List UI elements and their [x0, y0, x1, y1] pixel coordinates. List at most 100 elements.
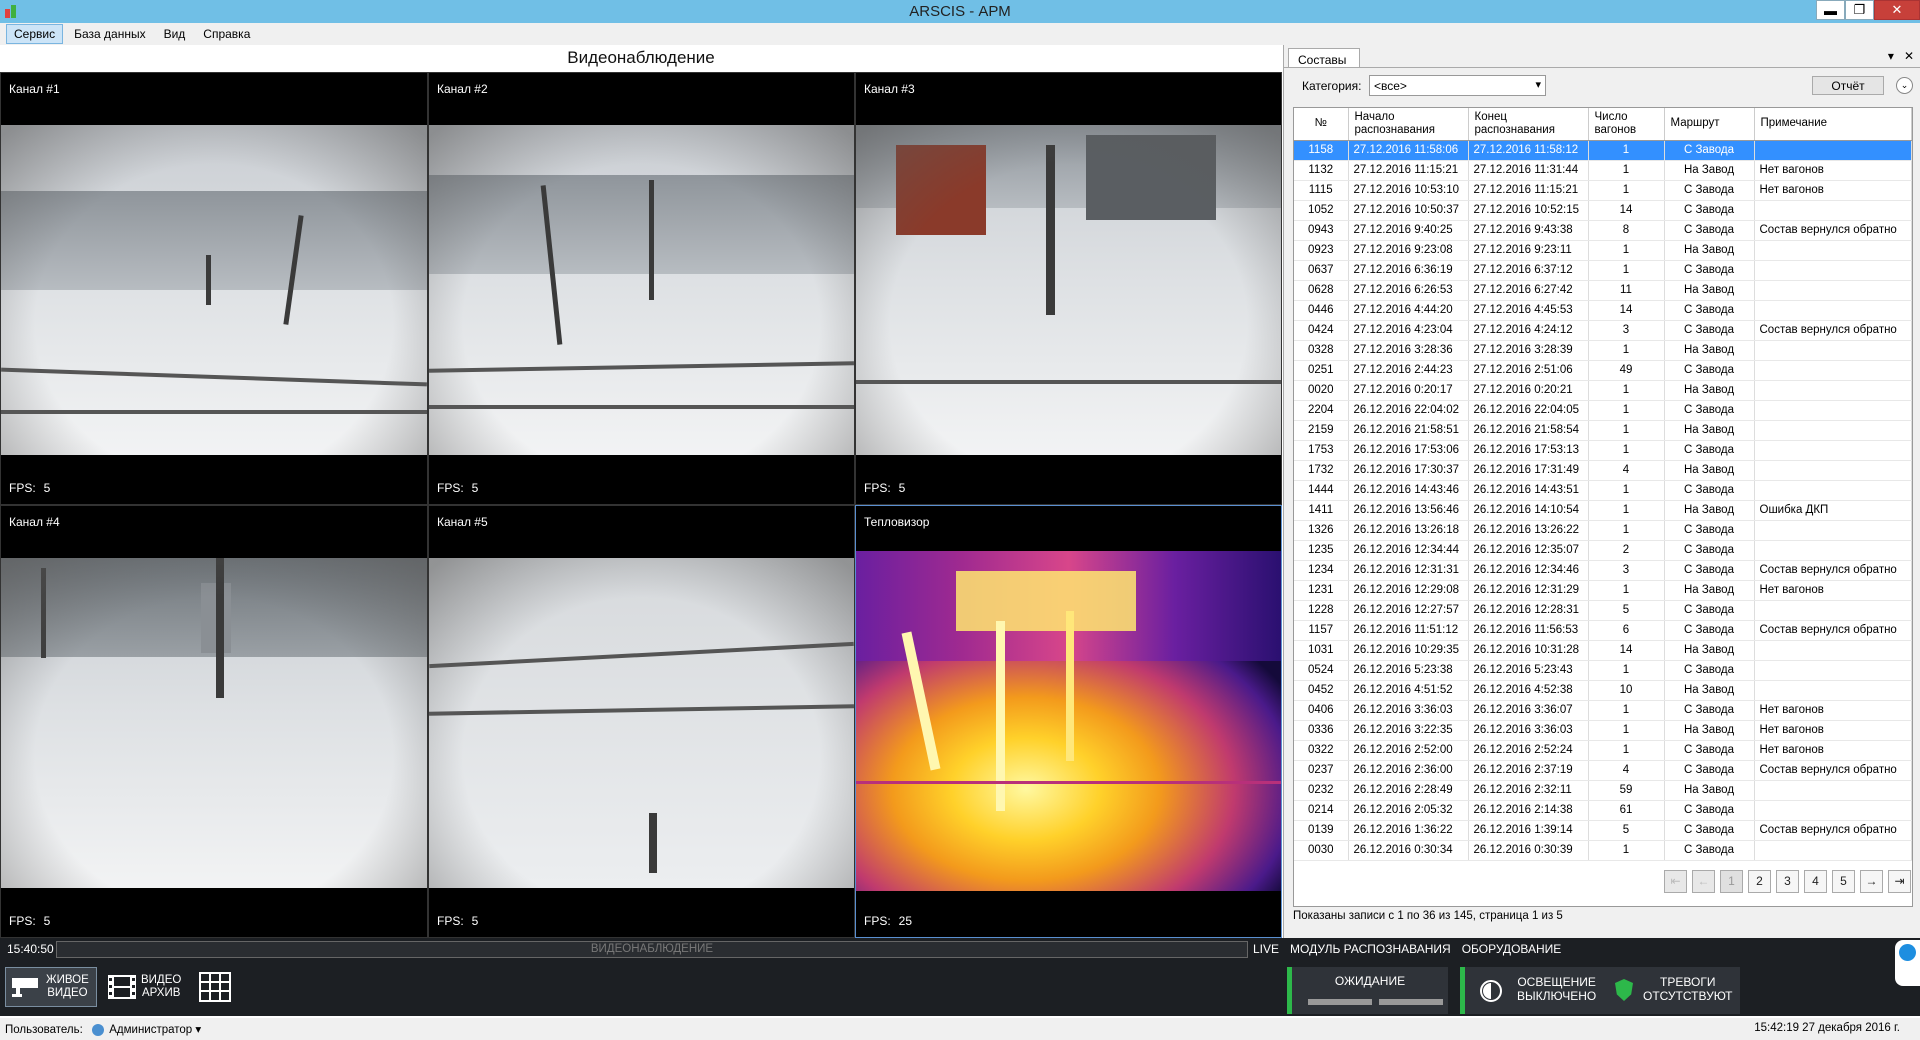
pager: ⇤ ← 1 2 3 4 5 → ⇥ — [1664, 870, 1911, 893]
table-row[interactable]: 0446 27.12.2016 4:44:20 27.12.2016 4:45:53… — [1294, 300, 1912, 321]
menu-service[interactable]: Сервис — [6, 24, 64, 44]
col-start[interactable]: Начало распознавания — [1348, 108, 1469, 141]
page-3-button[interactable]: 3 — [1776, 870, 1799, 893]
report-button[interactable]: Отчёт — [1812, 76, 1884, 95]
video-cell-thermal[interactable]: Тепловизор FPS: 25 — [855, 505, 1282, 938]
cell-end: 26.12.2016 2:32:11 — [1468, 780, 1589, 801]
table-row[interactable]: 0424 27.12.2016 4:23:04 27.12.2016 4:24:12… — [1294, 320, 1912, 341]
cell-route: С Завода — [1664, 560, 1755, 581]
tab-live[interactable]: LIVE — [1253, 942, 1279, 956]
cell-route: На Завод — [1664, 240, 1755, 261]
cell-route: С Завода — [1664, 300, 1755, 321]
table-row[interactable]: 0139 26.12.2016 1:36:22 26.12.2016 1:39:14… — [1294, 820, 1912, 841]
table-row[interactable]: 1753 26.12.2016 17:53:06 26.12.2016 17:53:… — [1294, 440, 1912, 461]
menu-help[interactable]: Справка — [196, 25, 257, 43]
cell-end: 27.12.2016 0:20:21 — [1468, 380, 1589, 401]
video-cell-1[interactable]: Канал #1 FPS: 5 — [0, 72, 428, 505]
cell-start: 27.12.2016 0:20:17 — [1348, 380, 1469, 401]
table-row[interactable]: 1052 27.12.2016 10:50:37 27.12.2016 10:52:… — [1294, 200, 1912, 221]
page-4-button[interactable]: 4 — [1804, 870, 1827, 893]
table-row[interactable]: 1132 27.12.2016 11:15:21 27.12.2016 11:31:… — [1294, 160, 1912, 181]
category-select[interactable]: <все> ▾ — [1369, 75, 1546, 96]
table-row[interactable]: 1158 27.12.2016 11:58:06 27.12.2016 11:58:… — [1294, 140, 1912, 161]
menu-database[interactable]: База данных — [67, 25, 152, 43]
table-row[interactable]: 0328 27.12.2016 3:28:36 27.12.2016 3:28:39… — [1294, 340, 1912, 361]
chevron-down-icon[interactable]: ▾ — [195, 1024, 201, 1036]
cell-wagons: 1 — [1588, 180, 1665, 201]
table-row[interactable]: 1157 26.12.2016 11:51:12 26.12.2016 11:56:… — [1294, 620, 1912, 641]
table-row[interactable]: 1235 26.12.2016 12:34:44 26.12.2016 12:35:… — [1294, 540, 1912, 561]
table-row[interactable]: 0406 26.12.2016 3:36:03 26.12.2016 3:36:07… — [1294, 700, 1912, 721]
prev-page-button[interactable]: ← — [1692, 870, 1715, 893]
table-row[interactable]: 0336 26.12.2016 3:22:35 26.12.2016 3:36:03… — [1294, 720, 1912, 741]
cell-note — [1754, 440, 1912, 461]
page-2-button[interactable]: 2 — [1748, 870, 1771, 893]
table-row[interactable]: 1115 27.12.2016 10:53:10 27.12.2016 11:15:… — [1294, 180, 1912, 201]
video-cell-5[interactable]: Канал #5 FPS: 5 — [428, 505, 855, 938]
table-row[interactable]: 0628 27.12.2016 6:26:53 27.12.2016 6:27:42… — [1294, 280, 1912, 301]
cell-note: Состав вернулся обратно — [1754, 760, 1912, 781]
cell-route: На Завод — [1664, 340, 1755, 361]
table-row[interactable]: 0030 26.12.2016 0:30:34 26.12.2016 0:30:39… — [1294, 840, 1912, 861]
video-cell-4[interactable]: Канал #4 FPS: 5 — [0, 505, 428, 938]
cell-end: 26.12.2016 13:26:22 — [1468, 520, 1589, 541]
col-route[interactable]: Маршрут — [1664, 108, 1755, 141]
table-row[interactable]: 1031 26.12.2016 10:29:35 26.12.2016 10:31:… — [1294, 640, 1912, 661]
table-row[interactable]: 1444 26.12.2016 14:43:46 26.12.2016 14:43:… — [1294, 480, 1912, 501]
tab-trains[interactable]: Составы — [1288, 48, 1360, 68]
video-archive-button[interactable]: ВИДЕО АРХИВ — [103, 967, 183, 1007]
restore-button[interactable]: ❐ — [1845, 0, 1874, 20]
table-row[interactable]: 0524 26.12.2016 5:23:38 26.12.2016 5:23:43… — [1294, 660, 1912, 681]
teamviewer-tab[interactable] — [1895, 940, 1920, 986]
tab-recognition-module[interactable]: МОДУЛЬ РАСПОЗНАВАНИЯ — [1290, 942, 1451, 956]
table-row[interactable]: 0214 26.12.2016 2:05:32 26.12.2016 2:14:38… — [1294, 800, 1912, 821]
col-note[interactable]: Примечание — [1754, 108, 1912, 141]
cell-number: 1231 — [1294, 580, 1349, 601]
collapse-icon[interactable]: ⌄ — [1896, 77, 1913, 94]
col-end[interactable]: Конец распознавания — [1468, 108, 1589, 141]
cell-route: С Завода — [1664, 660, 1755, 681]
col-number[interactable]: № — [1294, 108, 1349, 141]
tab-equipment[interactable]: ОБОРУДОВАНИЕ — [1462, 942, 1562, 956]
first-page-button[interactable]: ⇤ — [1664, 870, 1687, 893]
table-row[interactable]: 0020 27.12.2016 0:20:17 27.12.2016 0:20:21… — [1294, 380, 1912, 401]
cell-start: 26.12.2016 4:51:52 — [1348, 680, 1469, 701]
user-dropdown[interactable]: Администратор — [109, 1024, 192, 1036]
table-row[interactable]: 2159 26.12.2016 21:58:51 26.12.2016 21:58:… — [1294, 420, 1912, 441]
close-button[interactable]: ✕ — [1874, 0, 1920, 20]
table-row[interactable]: 0232 26.12.2016 2:28:49 26.12.2016 2:32:11… — [1294, 780, 1912, 801]
video-cell-3[interactable]: Канал #3 FPS: 5 — [855, 72, 1282, 505]
table-row[interactable]: 1231 26.12.2016 12:29:08 26.12.2016 12:31:… — [1294, 580, 1912, 601]
minimize-button[interactable]: ▬ — [1816, 0, 1845, 20]
video-cell-2[interactable]: Канал #2 FPS: 5 — [428, 72, 855, 505]
cell-end: 26.12.2016 22:04:05 — [1468, 400, 1589, 421]
table-row[interactable]: 0322 26.12.2016 2:52:00 26.12.2016 2:52:24… — [1294, 740, 1912, 761]
table-row[interactable]: 1411 26.12.2016 13:56:46 26.12.2016 14:10:… — [1294, 500, 1912, 521]
cell-end: 27.12.2016 6:37:12 — [1468, 260, 1589, 281]
table-row[interactable]: 1732 26.12.2016 17:30:37 26.12.2016 17:31:… — [1294, 460, 1912, 481]
channel-label: Канал #1 — [9, 82, 60, 96]
page-5-button[interactable]: 5 — [1832, 870, 1855, 893]
table-row[interactable]: 0923 27.12.2016 9:23:08 27.12.2016 9:23:11… — [1294, 240, 1912, 261]
last-page-button[interactable]: ⇥ — [1888, 870, 1911, 893]
cell-note — [1754, 840, 1912, 861]
menu-view[interactable]: Вид — [157, 25, 193, 43]
table-row[interactable]: 1228 26.12.2016 12:27:57 26.12.2016 12:28:… — [1294, 600, 1912, 621]
col-wagons[interactable]: Число вагонов — [1588, 108, 1665, 141]
table-row[interactable]: 0943 27.12.2016 9:40:25 27.12.2016 9:43:38… — [1294, 220, 1912, 241]
table-row[interactable]: 2204 26.12.2016 22:04:02 26.12.2016 22:04:… — [1294, 400, 1912, 421]
pin-icon[interactable]: ▾ — [1888, 49, 1894, 63]
next-page-button[interactable]: → — [1860, 870, 1883, 893]
cell-start: 27.12.2016 6:36:19 — [1348, 260, 1469, 281]
close-icon[interactable]: ✕ — [1904, 49, 1914, 63]
table-row[interactable]: 1326 26.12.2016 13:26:18 26.12.2016 13:26:… — [1294, 520, 1912, 541]
table-row[interactable]: 0637 27.12.2016 6:36:19 27.12.2016 6:37:12… — [1294, 260, 1912, 281]
cell-route: На Завод — [1664, 640, 1755, 661]
table-row[interactable]: 1234 26.12.2016 12:31:31 26.12.2016 12:34:… — [1294, 560, 1912, 581]
page-1-button[interactable]: 1 — [1720, 870, 1743, 893]
grid-layout-button[interactable] — [193, 967, 237, 1007]
table-row[interactable]: 0237 26.12.2016 2:36:00 26.12.2016 2:37:19… — [1294, 760, 1912, 781]
table-row[interactable]: 0452 26.12.2016 4:51:52 26.12.2016 4:52:38… — [1294, 680, 1912, 701]
table-row[interactable]: 0251 27.12.2016 2:44:23 27.12.2016 2:51:06… — [1294, 360, 1912, 381]
live-video-button[interactable]: ЖИВОЕ ВИДЕО — [5, 967, 97, 1007]
